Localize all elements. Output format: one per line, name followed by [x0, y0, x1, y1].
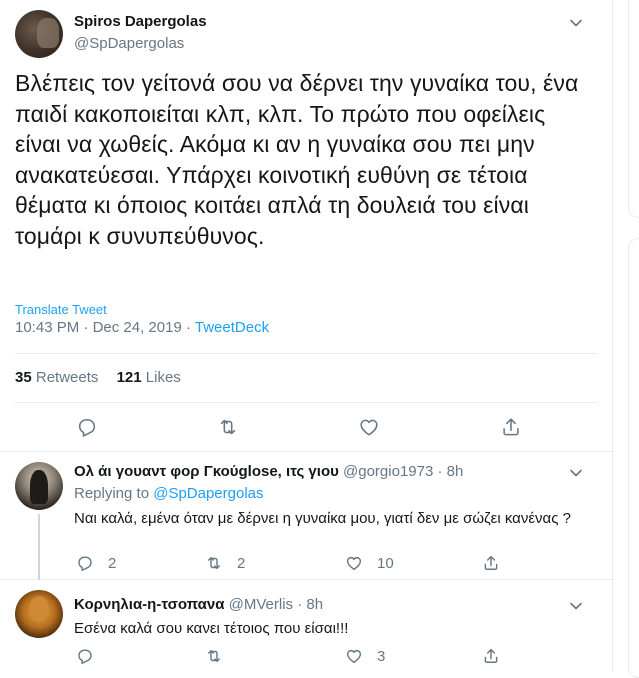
- retweet-button[interactable]: [205, 647, 237, 665]
- replying-to-handle[interactable]: @SpDapergolas: [153, 485, 263, 502]
- reply-author-handle[interactable]: @gorgio1973: [343, 463, 433, 480]
- reply-button[interactable]: 2: [76, 554, 116, 572]
- reply-author-name[interactable]: Κορνηλια-η-τσοπανα: [74, 596, 224, 613]
- retweets-label: Retweets: [35, 369, 99, 386]
- share-icon: [484, 648, 498, 663]
- like-count: 3: [377, 647, 386, 665]
- retweet-button[interactable]: 2: [205, 554, 245, 572]
- share-button[interactable]: [482, 554, 500, 572]
- share-button[interactable]: [500, 416, 522, 438]
- likes-label: Likes: [145, 369, 181, 386]
- reply-tweet[interactable]: Ολ άι γουαντ φορ Γκούglose, ιτς γιου @go…: [0, 452, 612, 580]
- avatar[interactable]: [15, 462, 63, 510]
- tweet-stats: 35 Retweets 121 Likes: [15, 369, 181, 386]
- meta-separator: ·: [297, 596, 303, 613]
- heart-icon: [360, 419, 378, 436]
- reply-actions: 3: [0, 647, 612, 671]
- share-button[interactable]: [482, 647, 500, 665]
- tweet-text: Βλέπεις τον γείτονά σου να δέρνει την γυ…: [15, 70, 579, 249]
- like-count: 10: [377, 554, 394, 572]
- reply-text: Εσένα καλά σου κανει τέτοιος που είσαι!!…: [74, 620, 349, 637]
- retweet-button[interactable]: [217, 416, 239, 438]
- like-button[interactable]: 3: [345, 647, 385, 665]
- avatar[interactable]: [15, 590, 63, 638]
- main-tweet: Spiros Dapergolas @SpDapergolas Βλέπεις …: [0, 0, 612, 452]
- replying-to: Replying to @SpDapergolas: [74, 485, 264, 502]
- divider: [15, 353, 597, 354]
- author-name[interactable]: Spiros Dapergolas: [74, 13, 207, 30]
- reply-author-name[interactable]: Ολ άι γουαντ φορ Γκούglose, ιτς γιου: [74, 463, 339, 480]
- translate-tweet-link[interactable]: Translate Tweet: [15, 302, 107, 317]
- tweet-actions: [0, 416, 612, 440]
- avatar[interactable]: [15, 10, 63, 58]
- retweets-count: 35: [15, 369, 32, 386]
- reply-count: 2: [108, 554, 117, 572]
- meta-separator: ·: [185, 319, 191, 336]
- reply-icon: [78, 419, 96, 437]
- reply-tweet[interactable]: Κορνηλια-η-τσοπανα @MVerlis · 8h Εσένα κ…: [0, 580, 612, 672]
- chevron-down-icon[interactable]: [569, 466, 583, 480]
- reply-text: Ναι καλά, εμένα όταν με δέρνει η γυναίκα…: [74, 510, 571, 527]
- likes-stat[interactable]: 121 Likes: [117, 369, 181, 386]
- sidebar-card: [628, 238, 639, 678]
- reply-icon: [78, 649, 92, 664]
- right-sidebar-edge: [620, 0, 639, 678]
- reply-actions: 2 2 10: [0, 554, 612, 578]
- replying-prefix: Replying to: [74, 485, 150, 502]
- tweet-source-link[interactable]: TweetDeck: [195, 319, 269, 336]
- heart-icon: [346, 649, 362, 664]
- retweets-stat[interactable]: 35 Retweets: [15, 369, 98, 386]
- reply-header: Ολ άι γουαντ φορ Γκούglose, ιτς γιου @go…: [74, 463, 463, 480]
- like-button[interactable]: [358, 416, 380, 438]
- like-button[interactable]: 10: [345, 554, 394, 572]
- timeline-column: Spiros Dapergolas @SpDapergolas Βλέπεις …: [0, 0, 613, 672]
- meta-separator: ·: [437, 463, 443, 480]
- reply-author-handle[interactable]: @MVerlis: [229, 596, 293, 613]
- tweet-time[interactable]: 10:43 PM: [15, 319, 79, 336]
- heart-icon: [346, 556, 362, 571]
- meta-separator: ·: [83, 319, 89, 336]
- retweet-icon: [220, 419, 236, 435]
- retweet-icon: [208, 557, 220, 569]
- divider: [15, 402, 597, 403]
- retweet-count: 2: [237, 554, 246, 572]
- chevron-down-icon[interactable]: [569, 599, 583, 613]
- sidebar-card: [628, 0, 639, 218]
- share-icon: [484, 555, 498, 570]
- reply-header: Κορνηλια-η-τσοπανα @MVerlis · 8h: [74, 596, 323, 613]
- likes-count: 121: [116, 369, 142, 386]
- retweet-icon: [208, 650, 220, 662]
- reply-time[interactable]: 8h: [447, 463, 464, 480]
- chevron-down-icon[interactable]: [569, 16, 583, 30]
- reply-time[interactable]: 8h: [306, 596, 323, 613]
- author-handle[interactable]: @SpDapergolas: [74, 35, 184, 52]
- reply-button[interactable]: [76, 416, 98, 438]
- reply-button[interactable]: [76, 647, 108, 665]
- reply-icon: [78, 556, 92, 571]
- tweet-meta: 10:43 PM · Dec 24, 2019 · TweetDeck: [15, 319, 269, 336]
- tweet-date[interactable]: Dec 24, 2019: [93, 319, 182, 336]
- share-icon: [503, 418, 519, 436]
